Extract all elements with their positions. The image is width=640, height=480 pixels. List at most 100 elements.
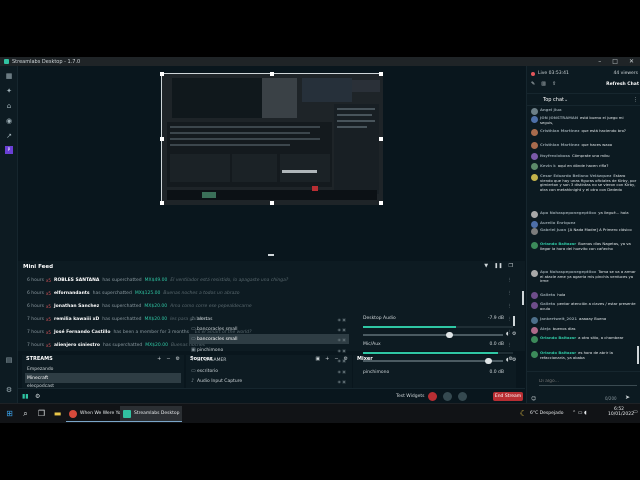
channel-name: pinchimono [363, 370, 390, 375]
feed-row: 6 hours x5 ROBLES SANTANA has superchatt… [27, 275, 512, 286]
replay-buffer-button[interactable] [443, 392, 452, 401]
editor-icon[interactable]: ▦ [5, 72, 13, 80]
themes-icon[interactable]: ✦ [5, 87, 13, 95]
feed-message: Buenas noches a todos un abrazo [163, 291, 240, 296]
editor-area [18, 66, 525, 256]
file-explorer-icon[interactable]: ▬ [52, 408, 63, 419]
chat-icon[interactable]: ▤ [5, 356, 13, 364]
record-button[interactable] [428, 392, 437, 401]
volume-slider[interactable] [363, 332, 503, 338]
source-item[interactable]: ♪ alertas ◉ ▣ [189, 314, 349, 324]
avatar [531, 153, 538, 160]
more-options-icon[interactable]: ⋮ [508, 304, 513, 309]
resize-handle[interactable] [270, 72, 274, 76]
resize-handle[interactable] [160, 201, 164, 205]
feed-amount: MX$49.00 [144, 278, 168, 283]
emoji-icon[interactable]: ☺ [531, 396, 536, 402]
feed-badge: x5 [46, 304, 51, 309]
visibility-icon[interactable]: ◉ ▣ [337, 317, 346, 322]
splitter-handle[interactable] [268, 254, 274, 256]
source-item-selected[interactable]: ▭ bancoracles small ◉ ▣ [189, 334, 349, 344]
resize-handle[interactable] [270, 201, 274, 205]
source-item[interactable]: T DL LAGAMER ◉ ▣ [189, 355, 349, 365]
settings-icon[interactable]: ⚙ [512, 357, 516, 363]
chat-message: Orlando Baltazar a otro sitio, a chambear [540, 335, 624, 340]
windows-start-icon[interactable]: ⊞ [4, 408, 15, 419]
resize-handle[interactable] [379, 201, 383, 205]
visibility-icon[interactable]: ◉ ▣ [337, 379, 346, 384]
source-item[interactable]: ♪ Audio Input Capture ◉ ▣ [189, 376, 349, 386]
end-stream-button[interactable]: End Stream [493, 392, 523, 401]
remove-icon[interactable]: − [166, 356, 170, 362]
pause-icon[interactable]: ❚❚ [494, 263, 502, 269]
share-icon[interactable]: ⇪ [552, 81, 556, 87]
taskbar-app-streamlabs[interactable]: Streamlabs Desktop [120, 406, 183, 422]
more-options-icon[interactable]: ⋮ [508, 278, 513, 283]
send-icon[interactable]: ➤ [625, 394, 630, 401]
scenes-list: Empezando Minecraft elecpodcast [22, 364, 184, 389]
resize-handle[interactable] [160, 72, 164, 76]
notification-icon[interactable]: ▭ [633, 409, 638, 415]
settings-icon[interactable]: ⚙ [35, 393, 40, 400]
taskbar-app-browser[interactable]: When We Were Yo... [66, 406, 128, 422]
stats-icon[interactable]: ▥ [541, 81, 546, 87]
chat-message: Aleja buenos días [540, 326, 576, 331]
maximize-icon[interactable]: □ [612, 58, 618, 65]
windows-taskbar: ⊞ ⌕ ❐ ▬ When We Were Yo... Streamlabs De… [0, 403, 640, 423]
visibility-icon[interactable]: ◉ ▣ [337, 369, 346, 374]
studio-mode-button[interactable] [458, 392, 467, 401]
scrollbar[interactable] [522, 291, 524, 305]
task-view-icon[interactable]: ❐ [36, 408, 47, 419]
avatar [531, 228, 538, 235]
feed-amount: MX$20.00 [144, 317, 168, 322]
speaker-icon[interactable]: ◖ [506, 357, 509, 363]
stats-icon[interactable]: ↗ [5, 132, 13, 140]
feed-row: 6 hours x5 elfornandants has superchatte… [27, 288, 512, 299]
chrome-icon [69, 409, 77, 418]
resize-handle[interactable] [160, 137, 164, 141]
feed-name: José Fernando Castillo [54, 330, 111, 335]
close-icon[interactable]: ✕ [629, 58, 634, 65]
more-options-icon[interactable]: ⋮ [508, 291, 513, 296]
feed-badge: x5 [46, 330, 51, 335]
filter-icon[interactable]: ▼ [484, 263, 488, 269]
chat-input[interactable] [539, 378, 637, 386]
chevron-down-icon[interactable]: ⌄ [564, 97, 568, 103]
tray-icons[interactable]: ⌃ ▭ ◖ [572, 410, 587, 416]
settings-icon[interactable]: ⚙ [176, 356, 180, 362]
resize-handle[interactable] [379, 137, 383, 141]
source-item[interactable]: ▣ pinchimono ◉ ▣ [189, 345, 349, 355]
prime-icon[interactable]: P [5, 146, 13, 154]
stream-preview[interactable] [160, 72, 383, 205]
chat-mode-select[interactable]: Top chat [543, 97, 564, 103]
store-icon[interactable]: ⌂ [5, 102, 13, 110]
visibility-icon[interactable]: ◉ ▣ [337, 358, 346, 363]
popout-icon[interactable]: ❐ [509, 263, 513, 269]
source-item[interactable]: ▭ bancoracles small ◉ ▣ [189, 324, 349, 334]
visibility-icon[interactable]: ◉ ▣ [337, 327, 346, 332]
search-icon[interactable]: ⌕ [20, 408, 31, 419]
record-icon[interactable]: ◉ [5, 117, 13, 125]
feed-action: has superchatted [102, 278, 142, 283]
visibility-icon[interactable]: ◉ ▣ [337, 348, 346, 353]
chat-message: Orlando Baltazar es hora de abrir la refa… [540, 350, 613, 360]
chat-message: Cristhian Martinez que está haciendo bro? [540, 128, 626, 133]
speaker-icon[interactable]: ◖ [506, 331, 509, 337]
settings-icon[interactable]: ⚙ [5, 386, 13, 394]
volume-slider[interactable] [363, 358, 503, 364]
test-widgets-button[interactable]: Test Widgets [396, 394, 424, 399]
more-options-icon[interactable]: ⋮ [633, 97, 638, 103]
clock[interactable]: 6:52 10/01/2022 [608, 407, 634, 417]
add-icon[interactable]: + [157, 356, 161, 362]
refresh-chat-button[interactable]: Refresh Chat [606, 82, 639, 87]
visibility-icon[interactable]: ◉ ▣ [337, 337, 346, 342]
source-item[interactable]: ▭ escritorio ◉ ▣ [189, 366, 349, 376]
feed-amount: MX$125.00 [134, 291, 161, 296]
settings-icon[interactable]: ⚙ [512, 331, 516, 337]
performance-icon[interactable]: ▮▮ [22, 393, 29, 400]
edit-icon[interactable]: ✎ [531, 81, 535, 87]
resize-handle[interactable] [379, 72, 383, 76]
chat-scrollbar[interactable] [637, 346, 639, 364]
minimize-icon[interactable]: – [598, 58, 601, 65]
mixer-scrollbar[interactable] [513, 316, 515, 326]
